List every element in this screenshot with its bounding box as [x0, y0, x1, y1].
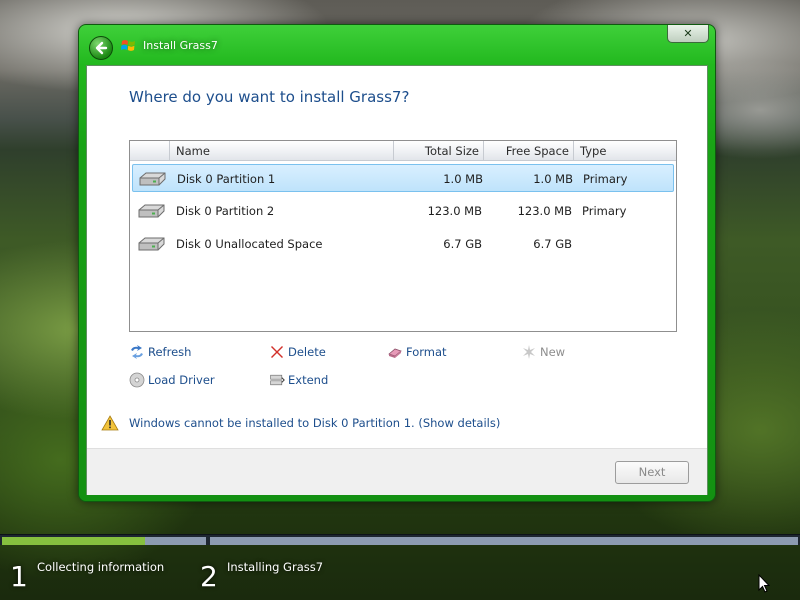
partition-list[interactable]: Name Total Size Free Space Type Disk 0 P…: [129, 140, 677, 332]
disc-icon: [129, 372, 145, 388]
list-header: Name Total Size Free Space Type: [130, 141, 676, 161]
progress-segment-collecting: [2, 537, 206, 545]
eraser-icon: [388, 348, 402, 358]
new-label: New: [540, 345, 566, 359]
close-button[interactable]: ✕: [667, 25, 709, 43]
hard-disk-icon: [138, 204, 165, 218]
warning-message: Windows cannot be installed to Disk 0 Pa…: [101, 414, 500, 432]
refresh-label: Refresh: [148, 345, 192, 359]
progress-fill: [2, 537, 145, 545]
windows-flag-icon: [121, 40, 135, 51]
footer-bar: Next: [87, 448, 707, 495]
row-name: Disk 0 Partition 1: [177, 172, 276, 186]
warning-icon: [101, 415, 119, 431]
row-free-space: 1.0 MB: [533, 172, 573, 186]
column-header-total-size[interactable]: Total Size: [394, 141, 484, 161]
delete-link[interactable]: Delete: [269, 343, 326, 361]
back-button[interactable]: [89, 36, 113, 60]
step-number: 1: [10, 560, 28, 593]
hard-disk-icon: [139, 172, 166, 186]
table-row[interactable]: Disk 0 Partition 1 1.0 MB 1.0 MB Primary: [132, 164, 674, 192]
load-driver-label: Load Driver: [148, 373, 215, 387]
arrow-left-icon: [95, 41, 108, 55]
row-total-size: 1.0 MB: [443, 172, 483, 186]
page-heading: Where do you want to install Grass7?: [129, 88, 410, 106]
close-icon: ✕: [683, 27, 693, 40]
row-total-size: 6.7 GB: [443, 237, 482, 251]
title-bar: Install Grass7 ✕: [79, 25, 715, 65]
show-details-link[interactable]: (Show details): [418, 416, 500, 430]
column-header-free-space[interactable]: Free Space: [484, 141, 574, 161]
row-name: Disk 0 Partition 2: [176, 204, 275, 218]
extend-label: Extend: [288, 373, 329, 387]
setup-window: Install Grass7 ✕ Where do you want to in…: [78, 24, 716, 502]
next-button[interactable]: Next: [615, 461, 689, 484]
row-total-size: 123.0 MB: [427, 204, 482, 218]
refresh-link[interactable]: Refresh: [129, 343, 191, 361]
setup-progress-bar: [0, 534, 800, 545]
row-free-space: 6.7 GB: [533, 237, 572, 251]
row-free-space: 123.0 MB: [517, 204, 572, 218]
table-row[interactable]: Disk 0 Unallocated Space 6.7 GB 6.7 GB: [132, 230, 674, 258]
warning-text-link[interactable]: Windows cannot be installed to Disk 0 Pa…: [129, 416, 415, 430]
step-label: Installing Grass7: [227, 560, 324, 574]
extend-link[interactable]: Extend: [269, 371, 328, 389]
row-type: Primary: [582, 204, 627, 218]
format-label: Format: [406, 345, 447, 359]
format-link[interactable]: Format: [387, 343, 447, 361]
hard-disk-icon: [138, 237, 165, 251]
row-name: Disk 0 Unallocated Space: [176, 237, 323, 251]
extend-disk-icon: [270, 374, 285, 386]
row-type: Primary: [583, 172, 628, 186]
column-header-type[interactable]: Type: [574, 141, 676, 161]
table-row[interactable]: Disk 0 Partition 2 123.0 MB 123.0 MB Pri…: [132, 197, 674, 225]
column-header-icon[interactable]: [130, 141, 170, 161]
window-title: Install Grass7: [143, 39, 218, 52]
sparkle-icon: [523, 345, 535, 359]
new-link[interactable]: New: [521, 343, 565, 361]
delete-label: Delete: [288, 345, 326, 359]
step-label: Collecting information: [37, 560, 165, 574]
column-header-name[interactable]: Name: [170, 141, 394, 161]
progress-segment-installing: [210, 537, 798, 545]
refresh-icon: [131, 345, 143, 359]
load-driver-link[interactable]: Load Driver: [129, 371, 215, 389]
setup-content: Where do you want to install Grass7? Nam…: [86, 65, 708, 495]
mouse-pointer-icon: [758, 574, 770, 593]
delete-x-icon: [271, 346, 283, 358]
step-number: 2: [200, 560, 218, 593]
